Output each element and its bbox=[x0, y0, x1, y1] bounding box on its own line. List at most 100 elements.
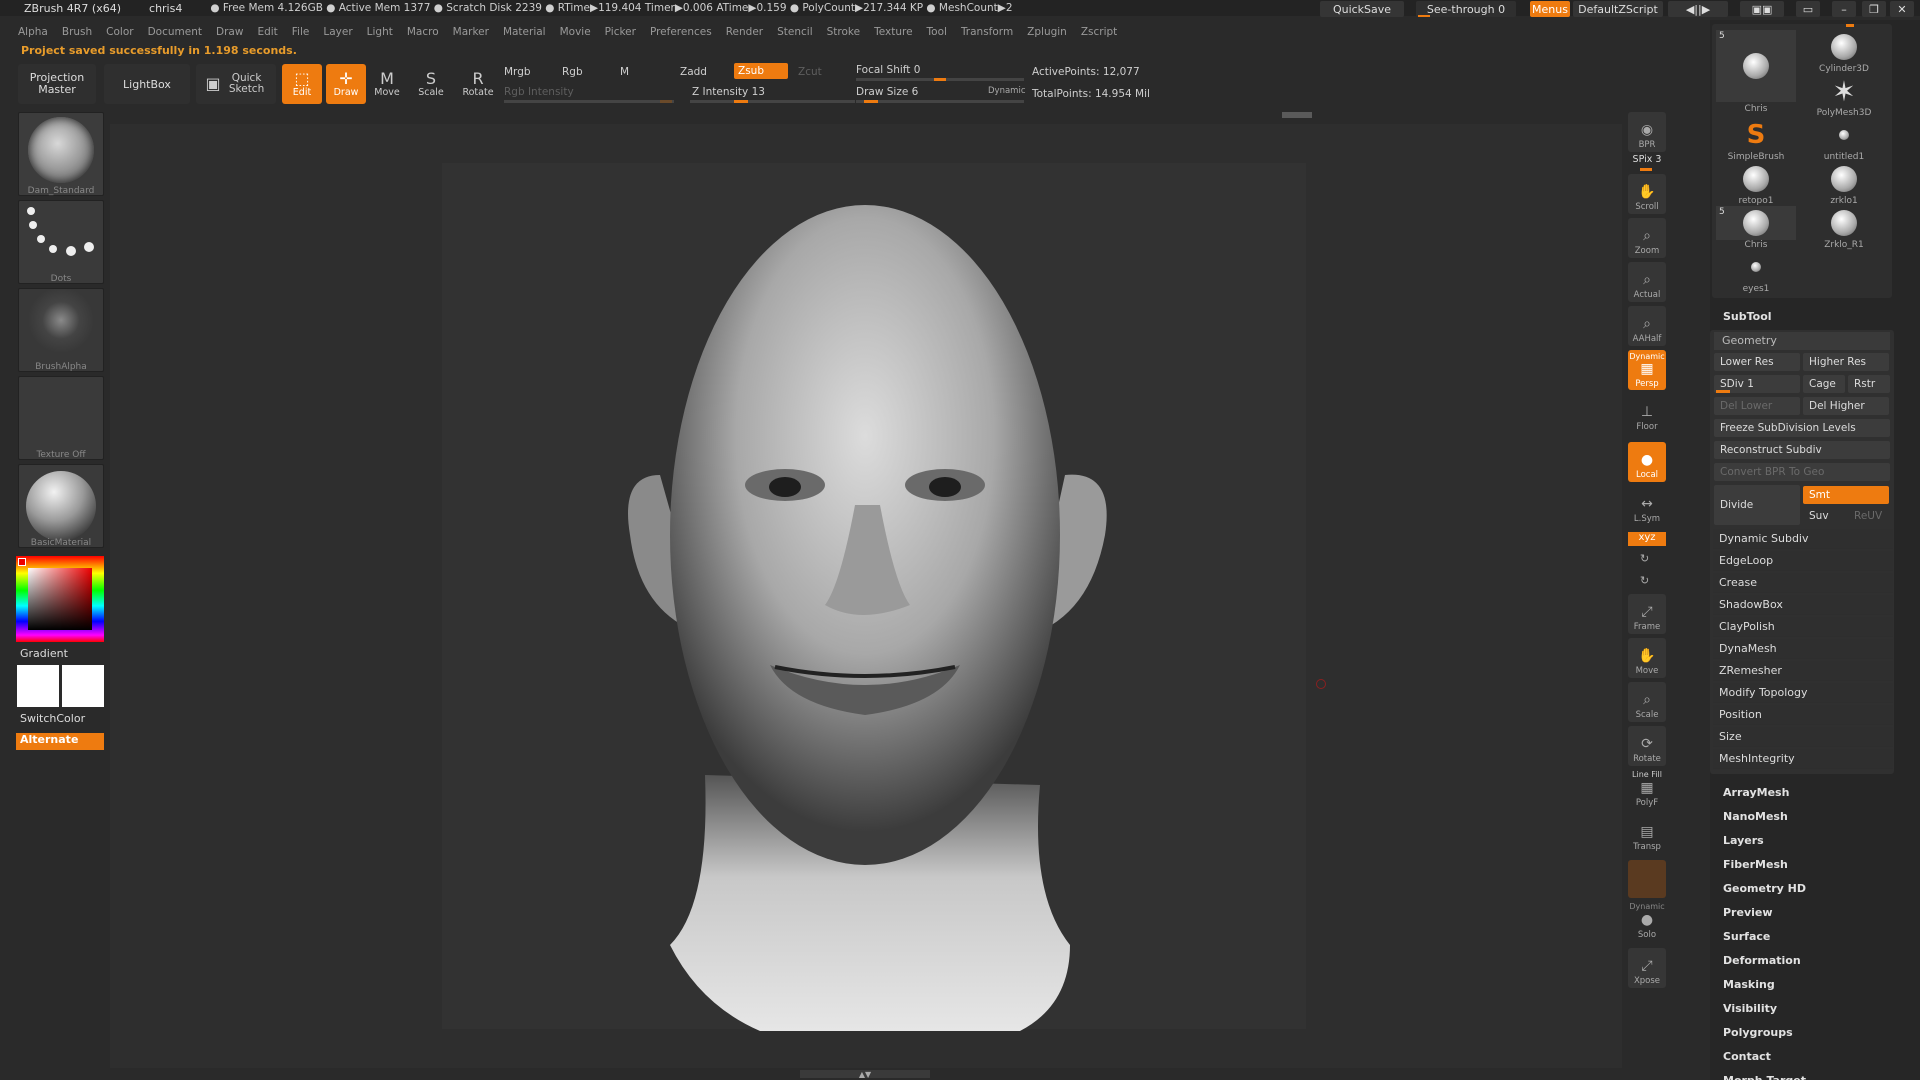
floor-button[interactable]: ⊥ Floor bbox=[1628, 394, 1666, 434]
menu-brush[interactable]: Brush bbox=[62, 26, 92, 38]
palette-polygroups[interactable]: Polygroups bbox=[1723, 1026, 1793, 1039]
menu-layer[interactable]: Layer bbox=[323, 26, 352, 38]
rotate-button[interactable]: R Rotate bbox=[458, 64, 498, 104]
scale-button[interactable]: S Scale bbox=[412, 64, 450, 104]
subpalette-meshintegrity[interactable]: MeshIntegrity bbox=[1713, 749, 1893, 769]
tool-untitled1[interactable]: untitled1 bbox=[1804, 118, 1884, 162]
tool-zrklo1[interactable]: zrklo1 bbox=[1804, 162, 1884, 206]
persp-button[interactable]: Dynamic ▦ Persp bbox=[1628, 350, 1666, 390]
main-color-swatch[interactable] bbox=[17, 665, 59, 707]
palette-layers[interactable]: Layers bbox=[1723, 834, 1764, 847]
menu-file[interactable]: File bbox=[292, 26, 310, 38]
zadd-button[interactable]: Zadd bbox=[680, 66, 707, 78]
m-button[interactable]: M bbox=[620, 66, 629, 78]
menu-transform[interactable]: Transform bbox=[961, 26, 1013, 38]
palette-deformation[interactable]: Deformation bbox=[1723, 954, 1801, 967]
palette-visibility[interactable]: Visibility bbox=[1723, 1002, 1777, 1015]
minimize-icon[interactable]: – bbox=[1832, 1, 1856, 17]
geometry-header[interactable]: Geometry bbox=[1714, 332, 1890, 350]
rotate-y-icon[interactable]: ↻ bbox=[1640, 552, 1649, 565]
zcut-button[interactable]: Zcut bbox=[798, 66, 822, 78]
alpha-thumbnail[interactable] bbox=[18, 288, 104, 372]
xyz-button[interactable]: xyz bbox=[1628, 532, 1666, 546]
transp-button[interactable]: ▤ Transp bbox=[1628, 814, 1666, 854]
tool-retopo1[interactable]: retopo1 bbox=[1716, 162, 1796, 206]
subtool-header[interactable]: SubTool bbox=[1723, 310, 1772, 323]
dynamic-solo-swatch[interactable] bbox=[1628, 860, 1666, 898]
secondary-color-swatch[interactable] bbox=[62, 665, 104, 707]
bottom-tray-toggle[interactable]: ▲▼ bbox=[800, 1070, 930, 1079]
subpalette-modify-topology[interactable]: Modify Topology bbox=[1713, 683, 1893, 703]
menu-material[interactable]: Material bbox=[503, 26, 546, 38]
reuv-button[interactable]: ReUV bbox=[1848, 507, 1890, 525]
lower-res-button[interactable]: Lower Res bbox=[1714, 353, 1800, 371]
menu-preferences[interactable]: Preferences bbox=[650, 26, 712, 38]
aahalf-button[interactable]: ⌕ AAHalf bbox=[1628, 306, 1666, 346]
close-icon[interactable]: ✕ bbox=[1890, 1, 1914, 17]
tool-panel-scroll[interactable] bbox=[1846, 24, 1854, 27]
lsym-button[interactable]: ↔ L.Sym bbox=[1628, 486, 1666, 526]
draw-button[interactable]: ✛ Draw bbox=[326, 64, 366, 104]
palette-masking[interactable]: Masking bbox=[1723, 978, 1775, 991]
menu-zscript[interactable]: Zscript bbox=[1081, 26, 1117, 38]
menu-zplugin[interactable]: Zplugin bbox=[1027, 26, 1067, 38]
smt-toggle[interactable]: Smt bbox=[1803, 486, 1889, 504]
material-thumbnail[interactable] bbox=[18, 464, 104, 548]
brush-thumbnail[interactable] bbox=[18, 112, 104, 196]
quicksave-button[interactable]: QuickSave bbox=[1320, 1, 1404, 17]
subpalette-zremesher[interactable]: ZRemesher bbox=[1713, 661, 1893, 681]
palette-nanomesh[interactable]: NanoMesh bbox=[1723, 810, 1788, 823]
bpr-button[interactable]: ◉ BPR bbox=[1628, 112, 1666, 152]
zoom-button[interactable]: ⌕ Zoom bbox=[1628, 218, 1666, 258]
sculpt-model[interactable] bbox=[610, 205, 1130, 1031]
lightbox-button[interactable]: LightBox bbox=[104, 64, 190, 104]
del-lower-button[interactable]: Del Lower bbox=[1714, 397, 1800, 415]
draw-size-slider[interactable]: Draw Size 6 bbox=[856, 86, 918, 98]
rstr-button[interactable]: Rstr bbox=[1848, 375, 1890, 393]
edit-button[interactable]: ⬚ Edit bbox=[282, 64, 322, 104]
subpalette-edgeloop[interactable]: EdgeLoop bbox=[1713, 551, 1893, 571]
solo-button[interactable]: ● Solo bbox=[1628, 910, 1666, 942]
switch-color-button[interactable]: SwitchColor bbox=[16, 712, 104, 728]
palette-contact[interactable]: Contact bbox=[1723, 1050, 1771, 1063]
menu-stroke[interactable]: Stroke bbox=[827, 26, 860, 38]
menu-stencil[interactable]: Stencil bbox=[777, 26, 813, 38]
subpalette-size[interactable]: Size bbox=[1713, 727, 1893, 747]
rgb-intensity-slider[interactable]: Rgb Intensity bbox=[504, 86, 574, 98]
divide-button[interactable]: Divide bbox=[1714, 485, 1800, 525]
palette-morph-target[interactable]: Morph Target bbox=[1723, 1074, 1806, 1080]
color-picker-field[interactable] bbox=[28, 568, 92, 630]
actual-button[interactable]: ⌕ Actual bbox=[1628, 262, 1666, 302]
mrgb-button[interactable]: Mrgb bbox=[504, 66, 531, 78]
menu-document[interactable]: Document bbox=[148, 26, 202, 38]
gradient-label[interactable]: Gradient bbox=[20, 647, 68, 660]
freeze-subdiv-button[interactable]: Freeze SubDivision Levels bbox=[1714, 419, 1890, 437]
tool-simplebrush[interactable]: S SimpleBrush bbox=[1716, 118, 1796, 162]
layout-arrows-icon[interactable]: ◀||▶ bbox=[1668, 1, 1728, 17]
tool-chris[interactable]: 5 Chris bbox=[1716, 206, 1796, 250]
projection-master-button[interactable]: Projection Master bbox=[18, 64, 96, 104]
subpalette-shadowbox[interactable]: ShadowBox bbox=[1713, 595, 1893, 615]
move-view-button[interactable]: ✋ Move bbox=[1628, 638, 1666, 678]
menu-render[interactable]: Render bbox=[726, 26, 763, 38]
scroll-button[interactable]: ✋ Scroll bbox=[1628, 174, 1666, 214]
menu-color[interactable]: Color bbox=[106, 26, 133, 38]
subpalette-dynamesh[interactable]: DynaMesh bbox=[1713, 639, 1893, 659]
palette-surface[interactable]: Surface bbox=[1723, 930, 1770, 943]
higher-res-button[interactable]: Higher Res bbox=[1803, 353, 1889, 371]
z-intensity-slider[interactable]: Z Intensity 13 bbox=[692, 86, 765, 98]
menus-button[interactable]: Menus bbox=[1530, 1, 1570, 17]
tool-chris[interactable]: 5 Chris bbox=[1716, 30, 1796, 118]
polyf-button[interactable]: Line Fill ▦ PolyF bbox=[1628, 770, 1666, 810]
see-through-slider[interactable]: See-through 0 bbox=[1416, 1, 1516, 17]
tool-cylinder3d[interactable]: Cylinder3D bbox=[1804, 30, 1884, 74]
spix-slider[interactable]: SPix 3 bbox=[1628, 154, 1666, 165]
move-button[interactable]: M Move bbox=[368, 64, 406, 104]
tool-polymesh3d[interactable]: ✶ PolyMesh3D bbox=[1804, 74, 1884, 119]
zsub-button[interactable]: Zsub bbox=[734, 63, 788, 79]
rgb-button[interactable]: Rgb bbox=[562, 66, 583, 78]
menu-macro[interactable]: Macro bbox=[407, 26, 439, 38]
menu-light[interactable]: Light bbox=[367, 26, 393, 38]
menu-draw[interactable]: Draw bbox=[216, 26, 243, 38]
default-zscript-button[interactable]: DefaultZScript bbox=[1573, 1, 1663, 17]
